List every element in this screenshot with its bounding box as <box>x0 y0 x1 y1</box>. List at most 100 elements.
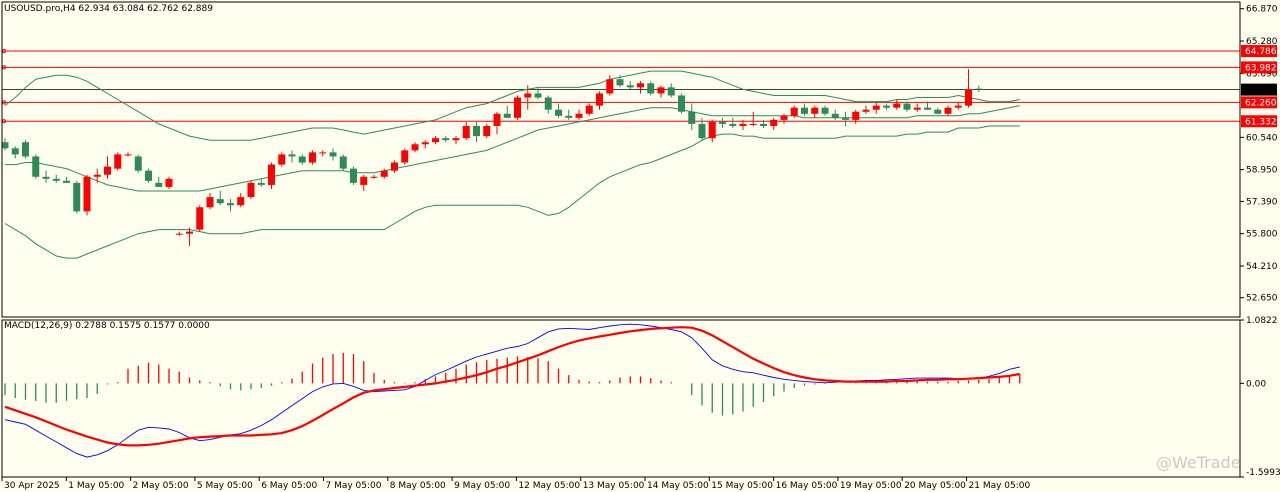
candle-body <box>278 154 286 165</box>
candle-body <box>616 79 624 86</box>
candle <box>401 148 409 165</box>
time-tick-label: 15 May 05:00 <box>711 481 773 491</box>
candle-body <box>749 123 757 125</box>
candle-body <box>298 156 306 163</box>
price-tick-label: 57.390 <box>1246 197 1278 207</box>
candle-body <box>821 107 829 114</box>
candle <box>309 150 316 165</box>
level-tag-label: 64.786 <box>1245 47 1277 57</box>
candle-body <box>401 150 409 163</box>
candle-body <box>145 170 152 181</box>
candle-body <box>493 113 501 126</box>
time-tick-label: 6 May 05:00 <box>261 481 317 491</box>
candle-body <box>134 156 142 171</box>
candle-body <box>32 156 40 177</box>
level-price-tag: 63.982 <box>1241 61 1277 74</box>
candle-body <box>678 95 685 112</box>
macd-tick-label: 0.00 <box>1246 379 1266 389</box>
candle-body <box>913 107 921 110</box>
price-tick-label: 55.800 <box>1246 230 1278 240</box>
candle <box>678 93 685 114</box>
time-tick-label: 2 May 05:00 <box>133 481 189 491</box>
candle-body <box>514 97 521 118</box>
symbol-header: USOUSD.pro,H4 62.934 63.084 62.762 62.88… <box>4 4 213 14</box>
candle <box>114 152 122 171</box>
price-tick-label: 58.950 <box>1246 166 1278 176</box>
candle-body <box>503 113 511 118</box>
candle-body <box>247 182 255 198</box>
candle-body <box>227 203 234 206</box>
level-tag-label: 61.332 <box>1245 117 1277 127</box>
candle-body <box>719 121 726 124</box>
candle-body <box>760 123 767 126</box>
candle-body <box>801 107 808 114</box>
watermark: @WeTrade <box>1156 453 1241 472</box>
candle-body <box>52 178 60 181</box>
candle-body <box>124 154 132 156</box>
candle-body <box>22 142 29 157</box>
candle-body <box>729 123 737 126</box>
level-tag-label: 62.260 <box>1245 98 1277 108</box>
price-chart[interactable]: 66.87065.28063.69060.54058.95057.39055.8… <box>0 0 1280 492</box>
candle-body <box>667 87 675 96</box>
candle-body <box>965 89 972 106</box>
candle-body <box>462 125 470 139</box>
candle-body <box>216 199 224 204</box>
candle-body <box>11 148 19 155</box>
candle-body <box>411 144 419 151</box>
candle-body <box>1 142 9 149</box>
candle-body <box>391 162 398 171</box>
candle-body <box>473 125 480 137</box>
candle-body <box>63 180 70 183</box>
candle-body <box>165 178 173 187</box>
candle-body <box>483 125 491 137</box>
chart-background <box>0 0 1280 492</box>
candle-body <box>708 121 716 139</box>
time-tick-label: 30 Apr 2025 <box>4 481 60 491</box>
level-price-tag: 62.260 <box>1241 96 1277 109</box>
candle-body <box>934 109 942 114</box>
macd-tick-label: -1.5993 <box>1246 468 1280 478</box>
candle-body <box>872 105 880 110</box>
candle-body <box>842 117 849 120</box>
candle-body <box>257 182 265 185</box>
time-tick-label: 5 May 05:00 <box>197 481 253 491</box>
candle <box>196 205 204 232</box>
candle-body <box>780 115 788 120</box>
candle-body <box>770 119 778 126</box>
candle-body <box>790 107 798 116</box>
candle-body <box>565 115 573 118</box>
candle-body <box>104 166 111 175</box>
macd-title: MACD(12,26,9) 0.2788 0.1575 0.1577 0.000… <box>4 321 210 331</box>
candle-body <box>42 176 50 179</box>
time-tick-label: 21 May 05:00 <box>969 481 1031 491</box>
candle-body <box>309 152 316 163</box>
candle-body <box>442 138 450 141</box>
candle-body <box>370 176 378 178</box>
time-tick-label: 9 May 05:00 <box>454 481 510 491</box>
candle <box>514 95 521 120</box>
candle-body <box>657 87 665 94</box>
candle-body <box>596 93 603 106</box>
candle-body <box>452 138 460 141</box>
time-tick-label: 19 May 05:00 <box>840 481 902 491</box>
current-price-label: 62.889 <box>1245 86 1277 96</box>
candle-body <box>575 113 583 118</box>
candle-body <box>637 83 644 88</box>
candle-body <box>893 103 901 108</box>
level-price-tag: 64.786 <box>1241 45 1277 58</box>
candle-body <box>606 79 614 94</box>
candle-body <box>380 170 388 177</box>
candle-body <box>862 109 870 112</box>
candle-body <box>698 123 706 139</box>
time-tick-label: 7 May 05:00 <box>326 481 382 491</box>
candle-body <box>883 105 890 108</box>
candle-body <box>811 107 819 114</box>
candle <box>647 81 655 96</box>
candle-body <box>739 123 747 126</box>
candle-body <box>924 107 931 110</box>
candle <box>22 140 29 159</box>
candle-body <box>647 83 655 94</box>
macd-tick-label: 1.0822 <box>1246 316 1278 326</box>
candle-body <box>175 233 183 235</box>
